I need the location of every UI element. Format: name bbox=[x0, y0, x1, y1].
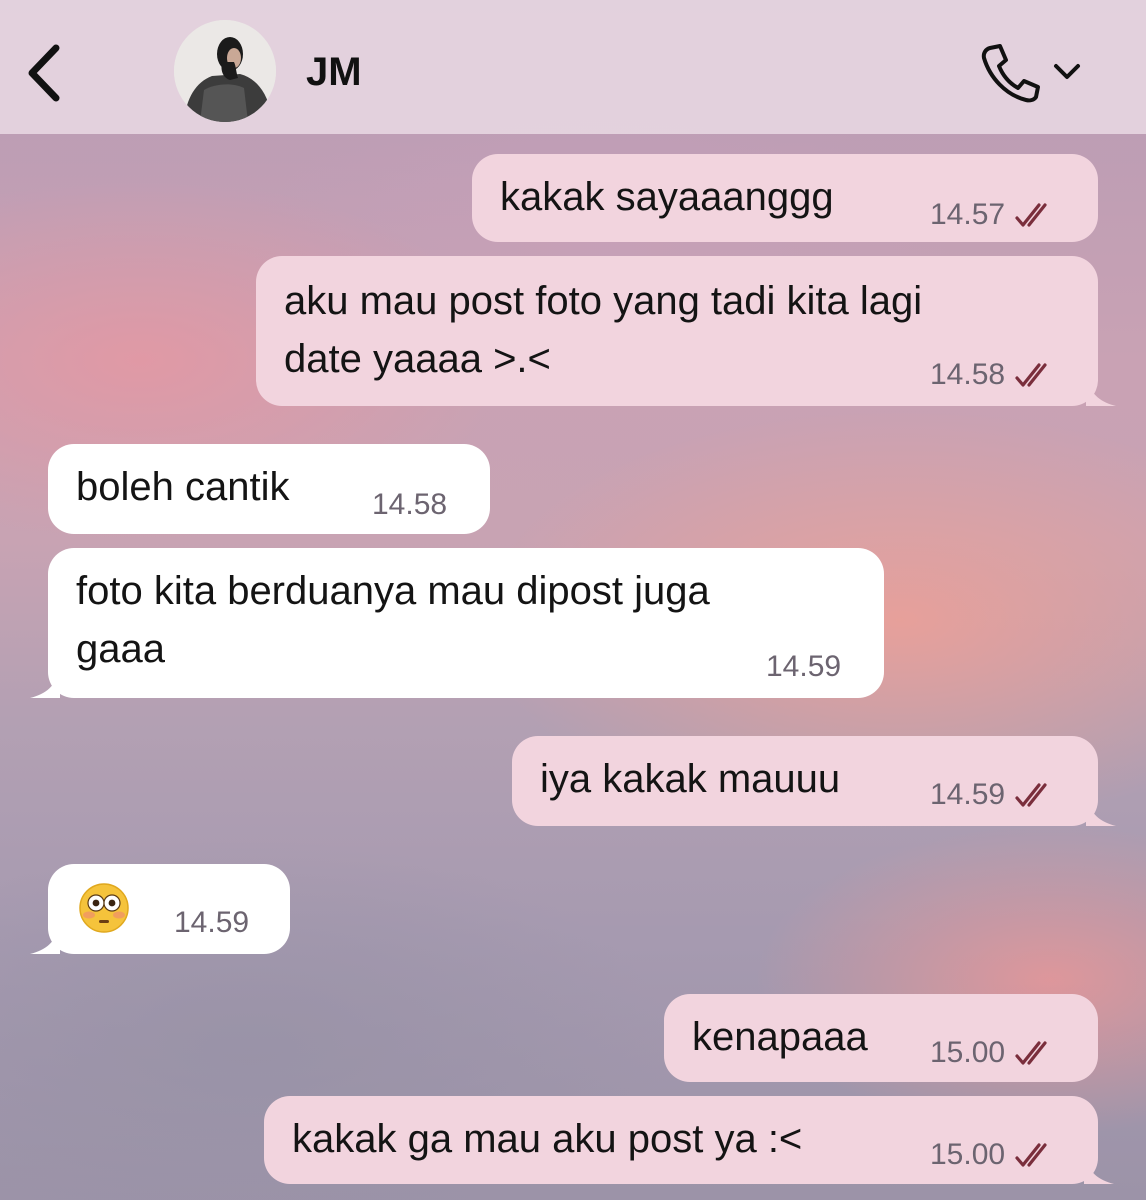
bubble-tail bbox=[30, 924, 60, 954]
avatar[interactable] bbox=[174, 20, 276, 122]
message-meta: 15.00 bbox=[930, 1036, 1055, 1070]
double-check-icon bbox=[1015, 783, 1047, 807]
flushed-face-emoji bbox=[79, 883, 129, 933]
message-text: iya kakak mauuu bbox=[540, 757, 841, 801]
message-meta: 14.57 bbox=[930, 198, 1055, 232]
message-bubble-incoming[interactable]: 14.59 bbox=[30, 864, 290, 954]
bubble-tail bbox=[1084, 1154, 1114, 1184]
message-time: 14.57 bbox=[930, 198, 1006, 231]
message-text-line: date yaaaa >.< bbox=[284, 337, 551, 381]
message-time: 14.59 bbox=[174, 906, 250, 939]
message-text-line: gaaa bbox=[76, 627, 165, 671]
contact-name[interactable]: JM bbox=[306, 48, 362, 96]
message-text-line: aku mau post foto yang tadi kita lagi bbox=[284, 279, 923, 323]
message-bubble-outgoing[interactable]: iya kakak mauuu 14.59 bbox=[512, 736, 1116, 826]
message-text: kakak ga mau aku post ya :< bbox=[292, 1117, 803, 1161]
chevron-left-icon bbox=[28, 44, 60, 102]
call-button[interactable] bbox=[976, 40, 1086, 104]
message-time: 14.59 bbox=[766, 650, 842, 683]
message-time: 14.59 bbox=[930, 778, 1006, 811]
bubble-tail bbox=[30, 668, 60, 698]
double-check-icon bbox=[1015, 1041, 1047, 1065]
message-meta: 15.00 bbox=[930, 1138, 1055, 1172]
back-button[interactable] bbox=[22, 38, 72, 108]
message-time: 15.00 bbox=[930, 1138, 1006, 1171]
double-check-icon bbox=[1015, 363, 1047, 387]
message-bubble-outgoing[interactable]: kakak ga mau aku post ya :< 15.00 bbox=[264, 1096, 1114, 1184]
avatar-photo bbox=[174, 20, 276, 122]
message-text: boleh cantik bbox=[76, 465, 290, 509]
message-text-line: foto kita berduanya mau dipost juga bbox=[76, 569, 710, 613]
message-bubble-incoming[interactable]: foto kita berduanya mau dipost juga gaaa… bbox=[30, 548, 884, 698]
message-meta: 14.59 bbox=[930, 778, 1055, 812]
message-bubble-outgoing[interactable]: kakak sayaaanggg 14.57 bbox=[472, 154, 1098, 242]
double-check-icon bbox=[1015, 203, 1047, 227]
double-check-icon bbox=[1015, 1143, 1047, 1167]
message-time: 15.00 bbox=[930, 1036, 1006, 1069]
chat-header: JM bbox=[0, 0, 1146, 134]
bubble-tail bbox=[1086, 796, 1116, 826]
message-bubble-outgoing[interactable]: aku mau post foto yang tadi kita lagi da… bbox=[256, 256, 1116, 406]
message-text: kenapaaa bbox=[692, 1015, 868, 1059]
bubble-tail bbox=[1086, 376, 1116, 406]
message-text: kakak sayaaanggg bbox=[500, 175, 834, 219]
chevron-down-icon bbox=[1054, 64, 1080, 79]
message-bubble-outgoing[interactable]: kenapaaa 15.00 bbox=[664, 994, 1098, 1082]
phone-icon bbox=[981, 44, 1040, 103]
message-bubble-incoming[interactable]: boleh cantik 14.58 bbox=[48, 444, 490, 534]
message-time: 14.58 bbox=[372, 488, 448, 521]
message-time: 14.58 bbox=[930, 358, 1006, 391]
message-meta: 14.58 bbox=[930, 358, 1055, 392]
